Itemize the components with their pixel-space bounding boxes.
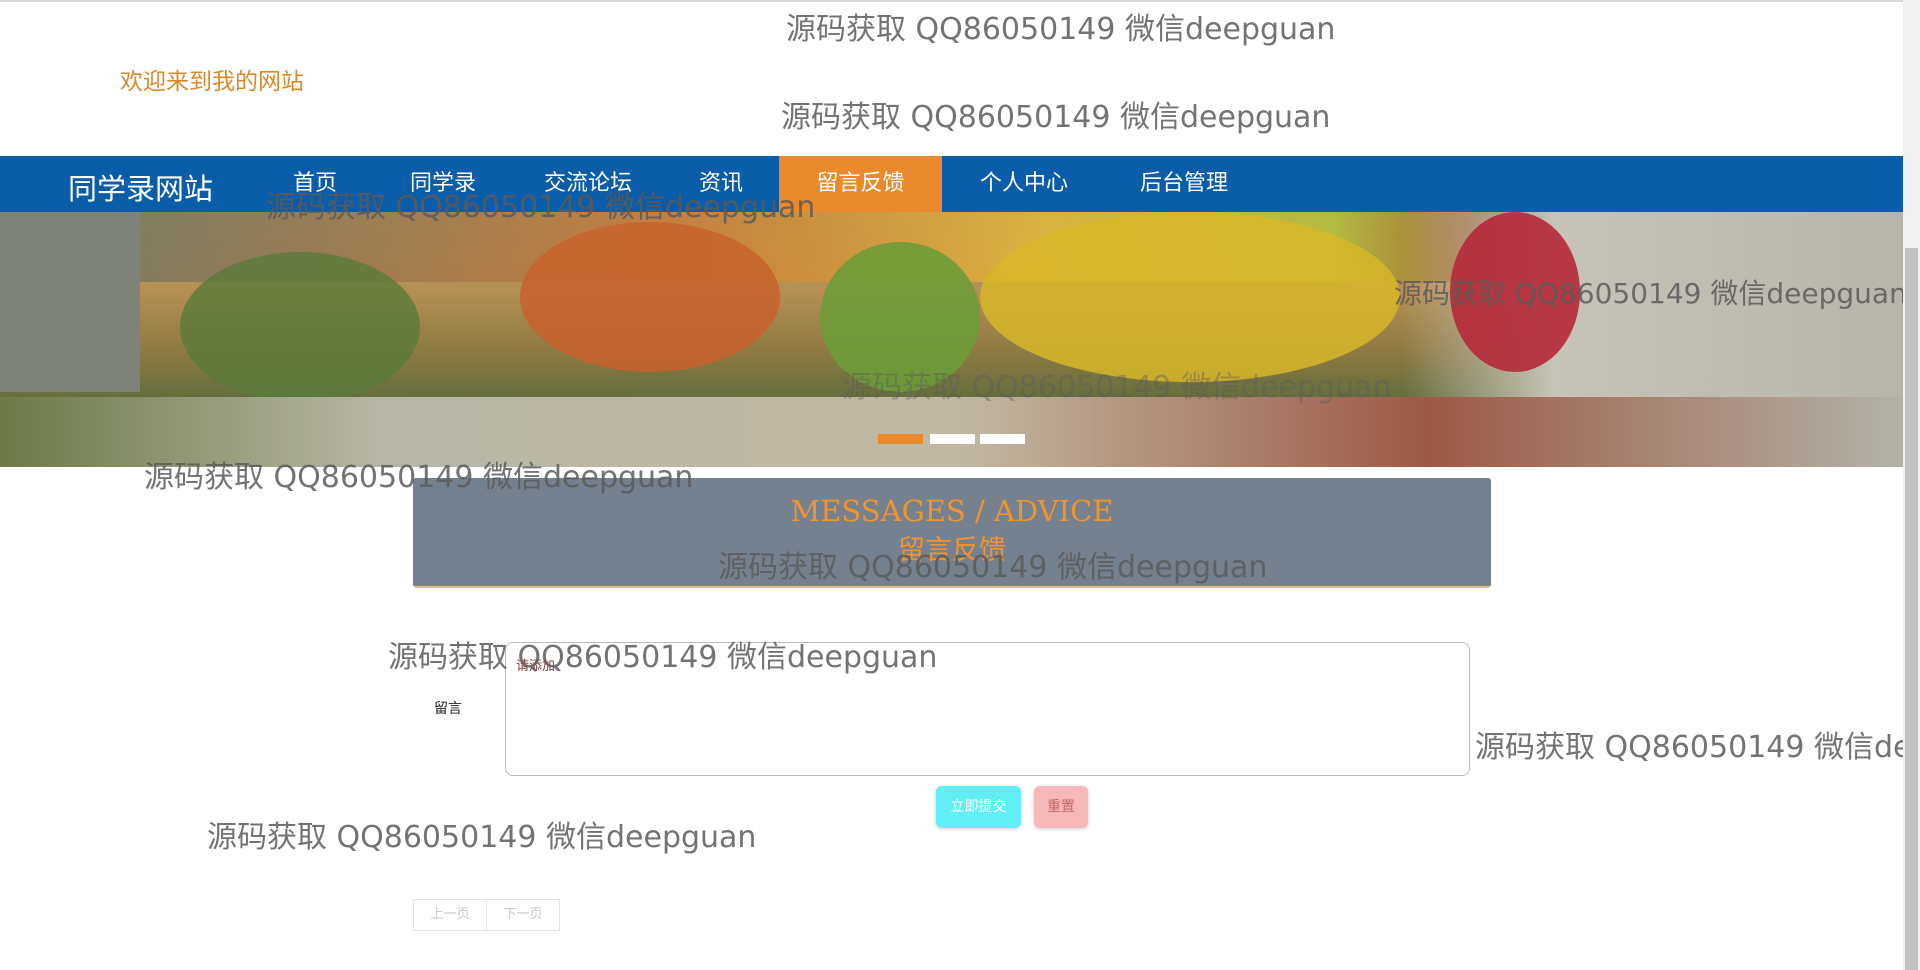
section-title-en: MESSAGES / ADVICE xyxy=(790,494,1114,528)
nav-item-admin[interactable]: 后台管理 xyxy=(1126,156,1242,212)
top-border xyxy=(0,0,1903,2)
nav-item-feedback[interactable]: 留言反馈 xyxy=(779,156,942,212)
reset-button[interactable]: 重置 xyxy=(1034,786,1088,828)
carousel-dot-1[interactable] xyxy=(878,434,923,444)
banner-tree-yellow xyxy=(980,212,1400,382)
main-navbar: 同学录网站 首页 同学录 交流论坛 资讯 留言反馈 个人中心 后台管理 xyxy=(0,156,1903,212)
banner-tree-green xyxy=(820,242,980,392)
nav-item-profile[interactable]: 个人中心 xyxy=(966,156,1082,212)
banner-tree-red xyxy=(520,222,780,372)
site-brand[interactable]: 同学录网站 xyxy=(68,166,213,208)
message-textarea[interactable] xyxy=(505,642,1470,776)
nav-item-home[interactable]: 首页 xyxy=(274,156,356,212)
watermark-text: 源码获取 QQ86050149 微信deepguan xyxy=(1475,730,1903,765)
watermark-text: 源码获取 QQ86050149 微信deepguan xyxy=(781,100,1331,135)
banner-carousel[interactable] xyxy=(0,212,1903,467)
banner-ground xyxy=(0,397,1903,467)
banner-building-left xyxy=(0,212,140,392)
submit-button[interactable]: 立即提交 xyxy=(936,786,1021,828)
banner-tree-crimson xyxy=(1450,212,1580,372)
page-scrollbar[interactable] xyxy=(1903,0,1920,970)
banner-tree-left xyxy=(180,252,420,402)
scrollbar-thumb[interactable] xyxy=(1905,248,1918,970)
watermark-text: 源码获取 QQ86050149 微信deepguan xyxy=(207,820,757,855)
message-label: 留言 xyxy=(434,701,462,717)
watermark-text: 源码获取 QQ86050149 微信deepguan xyxy=(786,12,1336,47)
carousel-dot-3[interactable] xyxy=(980,434,1025,444)
section-header: MESSAGES / ADVICE 留言反馈 xyxy=(413,478,1491,588)
carousel-dot-2[interactable] xyxy=(930,434,975,444)
next-page-button[interactable]: 下一页 xyxy=(486,899,560,931)
section-title-cn: 留言反馈 xyxy=(898,535,1006,566)
nav-item-forum[interactable]: 交流论坛 xyxy=(530,156,646,212)
welcome-text: 欢迎来到我的网站 xyxy=(120,69,304,95)
prev-page-button[interactable]: 上一页 xyxy=(413,899,487,931)
nav-item-classmates[interactable]: 同学录 xyxy=(398,156,488,212)
nav-item-news[interactable]: 资讯 xyxy=(680,156,762,212)
